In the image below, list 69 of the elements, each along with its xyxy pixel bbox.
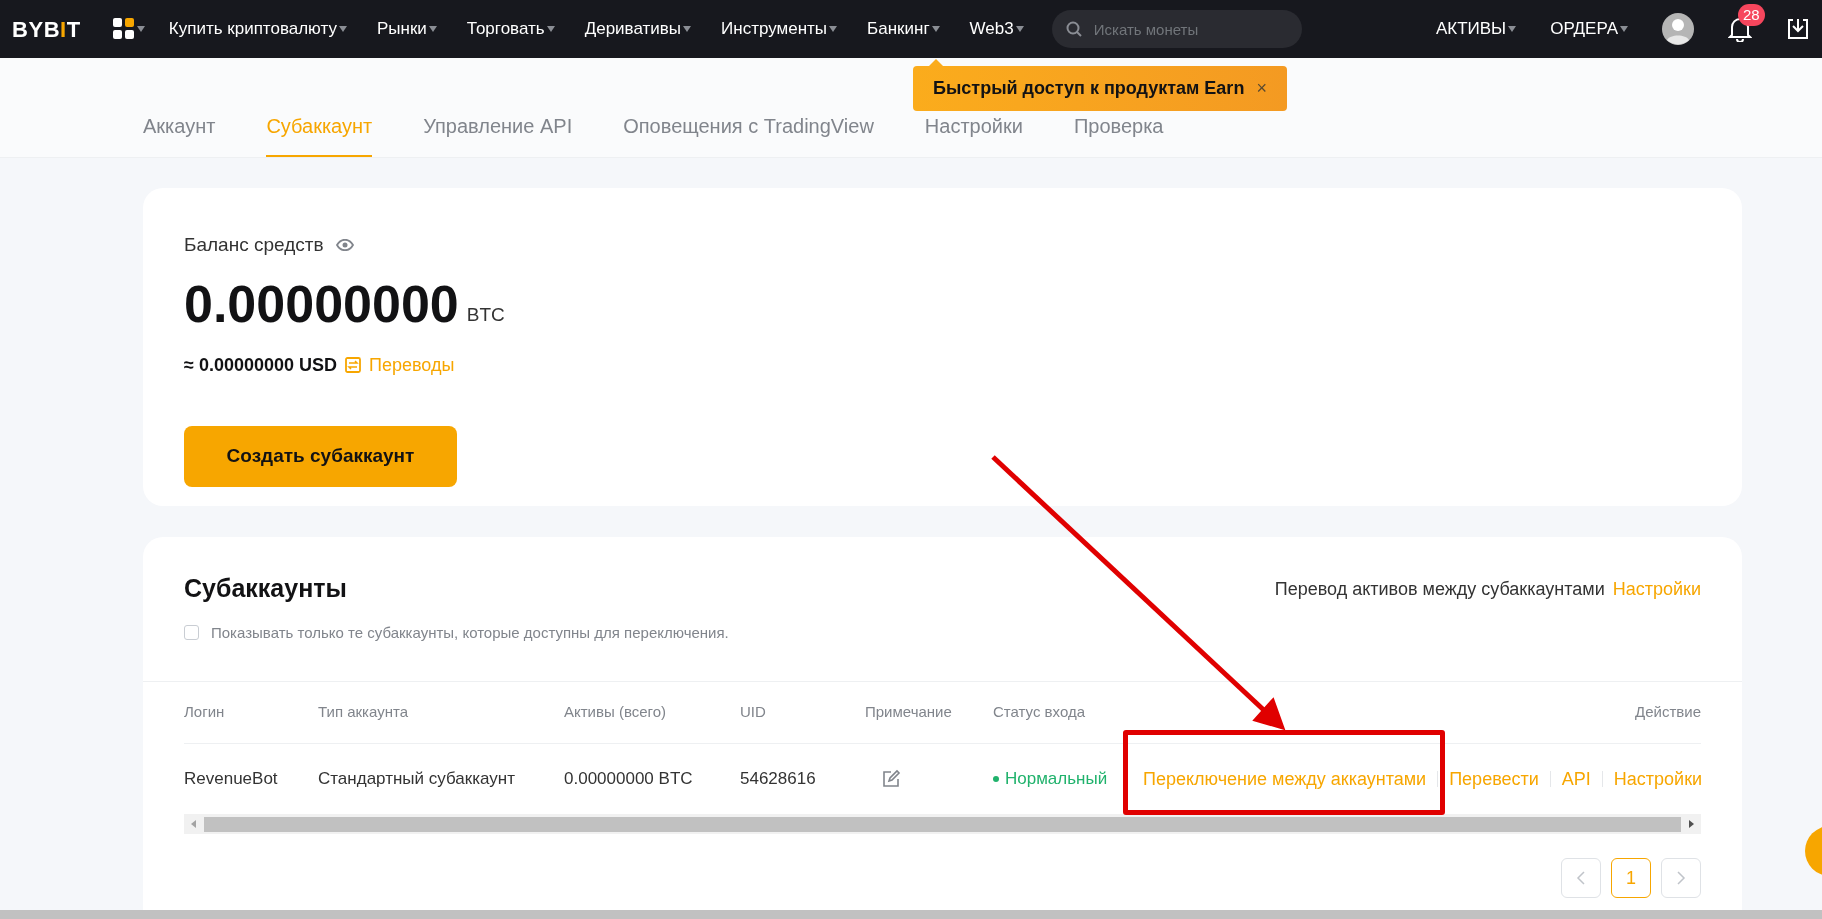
- caret-icon: [428, 26, 437, 32]
- action-link[interactable]: Настройки: [1601, 771, 1703, 787]
- filter-checkbox[interactable]: [184, 625, 199, 641]
- tab[interactable]: Оповещения с TradingView: [623, 111, 874, 157]
- avatar-icon[interactable]: [1662, 13, 1694, 45]
- settings-link[interactable]: Настройки: [1612, 576, 1701, 603]
- filter-label: Показывать только те субаккаунты, которые доступны для переключения.: [211, 622, 729, 643]
- caret-icon: [546, 26, 555, 32]
- nav-menu-item[interactable]: АКТИВЫ: [1435, 16, 1507, 42]
- horizontal-scrollbar[interactable]: [184, 814, 1701, 834]
- table-cell-text: RevenueBot: [184, 768, 279, 791]
- transfer-icon: [345, 357, 361, 373]
- nav-menu-item[interactable]: Рынки: [376, 16, 427, 42]
- column-header: UID: [740, 702, 767, 723]
- logo[interactable]: BYBIT: [12, 12, 81, 46]
- column-header: Статус входа: [993, 702, 1086, 723]
- create-subaccount-button[interactable]: Создать субаккаунт: [184, 425, 457, 487]
- nav-menu-item[interactable]: Деривативы: [584, 16, 682, 42]
- edit-icon[interactable]: [881, 769, 901, 789]
- chevron-left-icon: [1576, 871, 1586, 885]
- column-header: Примечание: [865, 702, 953, 723]
- nav-menu-item[interactable]: Web3: [969, 16, 1014, 42]
- caret-icon: [1620, 26, 1628, 32]
- balance-amount: 0.00000000: [184, 273, 459, 335]
- table-cell-text: 54628616: [740, 768, 817, 791]
- transfers-link[interactable]: Переводы: [369, 351, 455, 379]
- nav-menu-item[interactable]: ОРДЕРА: [1550, 16, 1618, 42]
- table-cell-text: 0.00000000 BTC: [564, 768, 694, 791]
- column-header: Тип аккаунта: [318, 702, 409, 723]
- page-button[interactable]: 1: [1611, 858, 1651, 898]
- close-button[interactable]: ×: [1256, 75, 1267, 102]
- page-scrollbar[interactable]: [0, 910, 1822, 919]
- caret-icon: [931, 26, 940, 32]
- apps-grid-icon[interactable]: [112, 18, 135, 40]
- tab[interactable]: Проверка: [1073, 111, 1164, 157]
- balance-label: Баланс средств: [184, 233, 324, 257]
- nav-menu-item[interactable]: Инструменты: [721, 16, 828, 42]
- chevron-right-icon: [1676, 871, 1686, 885]
- tab[interactable]: Настройки: [924, 111, 1023, 157]
- nav-menu-item[interactable]: Купить криптовалюту: [168, 16, 337, 42]
- nav-menu-item[interactable]: Торговать: [466, 16, 545, 42]
- nav-menu-item[interactable]: Банкинг: [867, 16, 930, 42]
- transfer-settings-text: Перевод активов между субаккаунтами: [1274, 578, 1605, 601]
- action-link[interactable]: API: [1549, 771, 1602, 787]
- tab[interactable]: Управление API: [423, 111, 573, 157]
- column-header: Активы (всего): [564, 702, 668, 723]
- caret-icon: [829, 26, 838, 32]
- search-icon: [1065, 21, 1082, 37]
- caret-icon: [136, 26, 145, 32]
- usd-equivalent: ≈ 0.00000000 USD: [184, 353, 337, 377]
- action-link[interactable]: Переключение между аккаунтами: [1143, 771, 1438, 787]
- search-field[interactable]: Искать монеты: [1051, 10, 1302, 48]
- caret-icon: [1508, 26, 1517, 32]
- tab[interactable]: Аккаунт: [143, 111, 216, 157]
- balance-unit: BTC: [466, 303, 505, 327]
- column-header: Действие: [1635, 702, 1701, 723]
- tab[interactable]: Субаккаунт: [266, 111, 373, 157]
- table-cell-text: Стандартный субаккаунт: [318, 768, 516, 791]
- caret-icon: [338, 26, 347, 32]
- notification-badge: 28: [1738, 4, 1765, 26]
- column-header: Логин: [184, 702, 226, 723]
- caret-icon: [683, 26, 692, 32]
- action-link[interactable]: Перевести: [1437, 771, 1550, 787]
- status-text: Нормальный: [1005, 768, 1108, 791]
- eye-icon[interactable]: [335, 239, 354, 252]
- download-icon[interactable]: [1786, 17, 1810, 41]
- caret-icon: [1015, 26, 1024, 32]
- section-title: Субаккаунты: [184, 573, 348, 604]
- tooltip-text: Быстрый доступ к продуктам Earn: [933, 77, 1245, 100]
